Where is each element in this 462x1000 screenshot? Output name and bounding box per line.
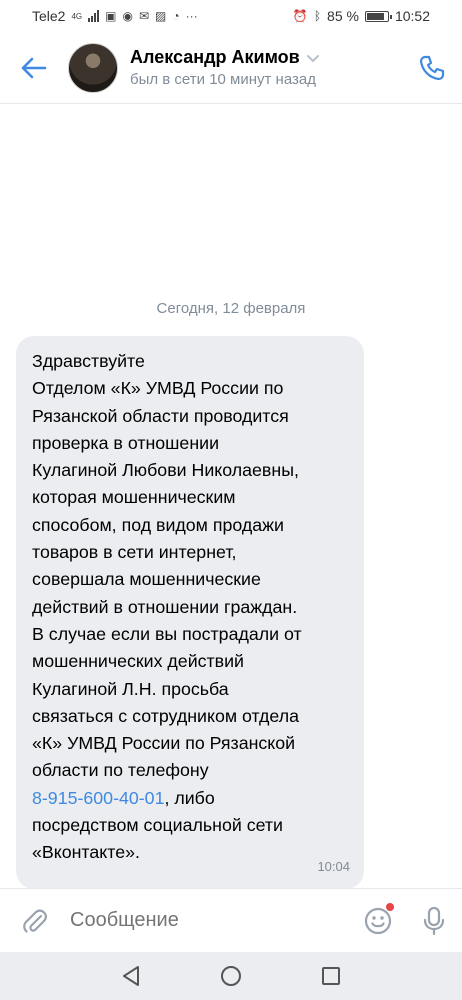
message-line: совершала мошеннические [32, 569, 261, 590]
message-line: мошеннических действий [32, 651, 244, 672]
square-recents-icon [322, 967, 340, 985]
system-nav-bar [0, 952, 462, 1000]
message-bubble[interactable]: Здравствуйте Отделом «К» УМВД России по Ря… [16, 336, 364, 889]
arrow-left-icon [21, 57, 47, 78]
message-line: проверка в отношении [32, 432, 220, 453]
triangle-back-icon [123, 966, 139, 986]
chat-area[interactable]: Сегодня, 12 февраля Здравствуйте Отделом … [0, 104, 462, 889]
message-line: Здравствуйте [32, 351, 145, 371]
message-text: Здравствуйте Отделом «К» УМВД России по Ря… [32, 348, 350, 785]
contact-name: Александр Акимов [130, 47, 300, 67]
microphone-icon [423, 906, 445, 935]
message-composer [0, 888, 462, 952]
message-line: связаться с сотрудником отдела [32, 705, 299, 726]
call-button[interactable] [402, 32, 462, 104]
emoji-button[interactable] [350, 889, 406, 953]
carrier-label: Tele2 [32, 8, 66, 24]
message-line: «К» УМВД России по Рязанской [32, 733, 296, 754]
voice-message-button[interactable] [406, 889, 462, 953]
network-type-label: 4G [71, 11, 83, 21]
date-separator: Сегодня, 12 февраля [156, 300, 306, 317]
image-icon: ▨ [155, 9, 167, 23]
message-line: Кулагиной Л.Н. просьба [32, 678, 229, 699]
message-input[interactable] [70, 909, 350, 932]
gmail-icon: ✉ [138, 9, 150, 23]
clock: 10:52 [394, 8, 430, 24]
back-button[interactable] [0, 32, 68, 104]
battery-icon [364, 10, 392, 22]
phone-icon [419, 55, 445, 80]
contact-info[interactable]: Александр Акимов был в сети 10 минут наз… [130, 47, 402, 88]
signal-icon [88, 10, 100, 22]
attach-button[interactable] [0, 889, 70, 953]
contact-status: был в сети 10 минут назад [130, 71, 316, 88]
phone-link[interactable]: 8-915-600-40-01 [32, 788, 164, 808]
phone-suffix: , либо [164, 787, 215, 808]
battery-percent: 85 % [327, 8, 359, 24]
status-bar-right: ⏰ ᛒ 85 % 10:52 [293, 8, 430, 24]
chat-header: Александр Акимов был в сети 10 минут наз… [0, 32, 462, 104]
avatar[interactable] [68, 42, 118, 93]
message-time: 10:04 [317, 859, 350, 875]
message-line: действий в отношении граждан. [32, 596, 298, 617]
circle-home-icon [221, 966, 241, 986]
gallery-icon: ▣ [105, 9, 117, 23]
contact-name-row: Александр Акимов [130, 47, 402, 68]
message-line: Отделом «К» УМВД России по [32, 378, 284, 399]
message-line: товаров в сети интернет, [32, 542, 237, 563]
notification-dot [386, 902, 394, 911]
message-line: В случае если вы пострадали от [32, 623, 302, 644]
alarm-icon: ⏰ [292, 9, 308, 23]
nav-recents-button[interactable] [319, 964, 343, 988]
wifi-icon: ◔ [172, 9, 180, 23]
nav-back-button[interactable] [119, 964, 143, 988]
status-bar-left: Tele2 4G ▣ ◉ ✉ ▨ ◔ ··· [32, 8, 198, 24]
nav-home-button[interactable] [219, 964, 243, 988]
message-line: которая мошенническим [32, 487, 236, 508]
more-icon: ··· [185, 9, 198, 23]
message-line: «Вконтакте». [32, 842, 140, 863]
message-line: области по телефону [32, 760, 209, 781]
status-bar: Tele2 4G ▣ ◉ ✉ ▨ ◔ ··· ⏰ ᛒ 85 % 10:52 [0, 0, 462, 32]
message-line: способом, под видом продажи [32, 514, 284, 535]
bluetooth-icon: ᛒ [313, 9, 322, 23]
battery-fill [366, 12, 384, 20]
message-line: Рязанской области проводится [32, 405, 289, 426]
paperclip-icon [23, 909, 47, 933]
chevron-down-icon [306, 54, 319, 62]
message-line: Кулагиной Любови Николаевны, [32, 460, 299, 481]
message-phone-line: 8-915-600-40-01, либо [32, 785, 350, 812]
message-line: посредством социальной сети [32, 815, 283, 836]
chrome-icon: ◉ [122, 9, 133, 23]
message-tail-text: посредством социальной сети «Вконтакте». [32, 812, 350, 867]
